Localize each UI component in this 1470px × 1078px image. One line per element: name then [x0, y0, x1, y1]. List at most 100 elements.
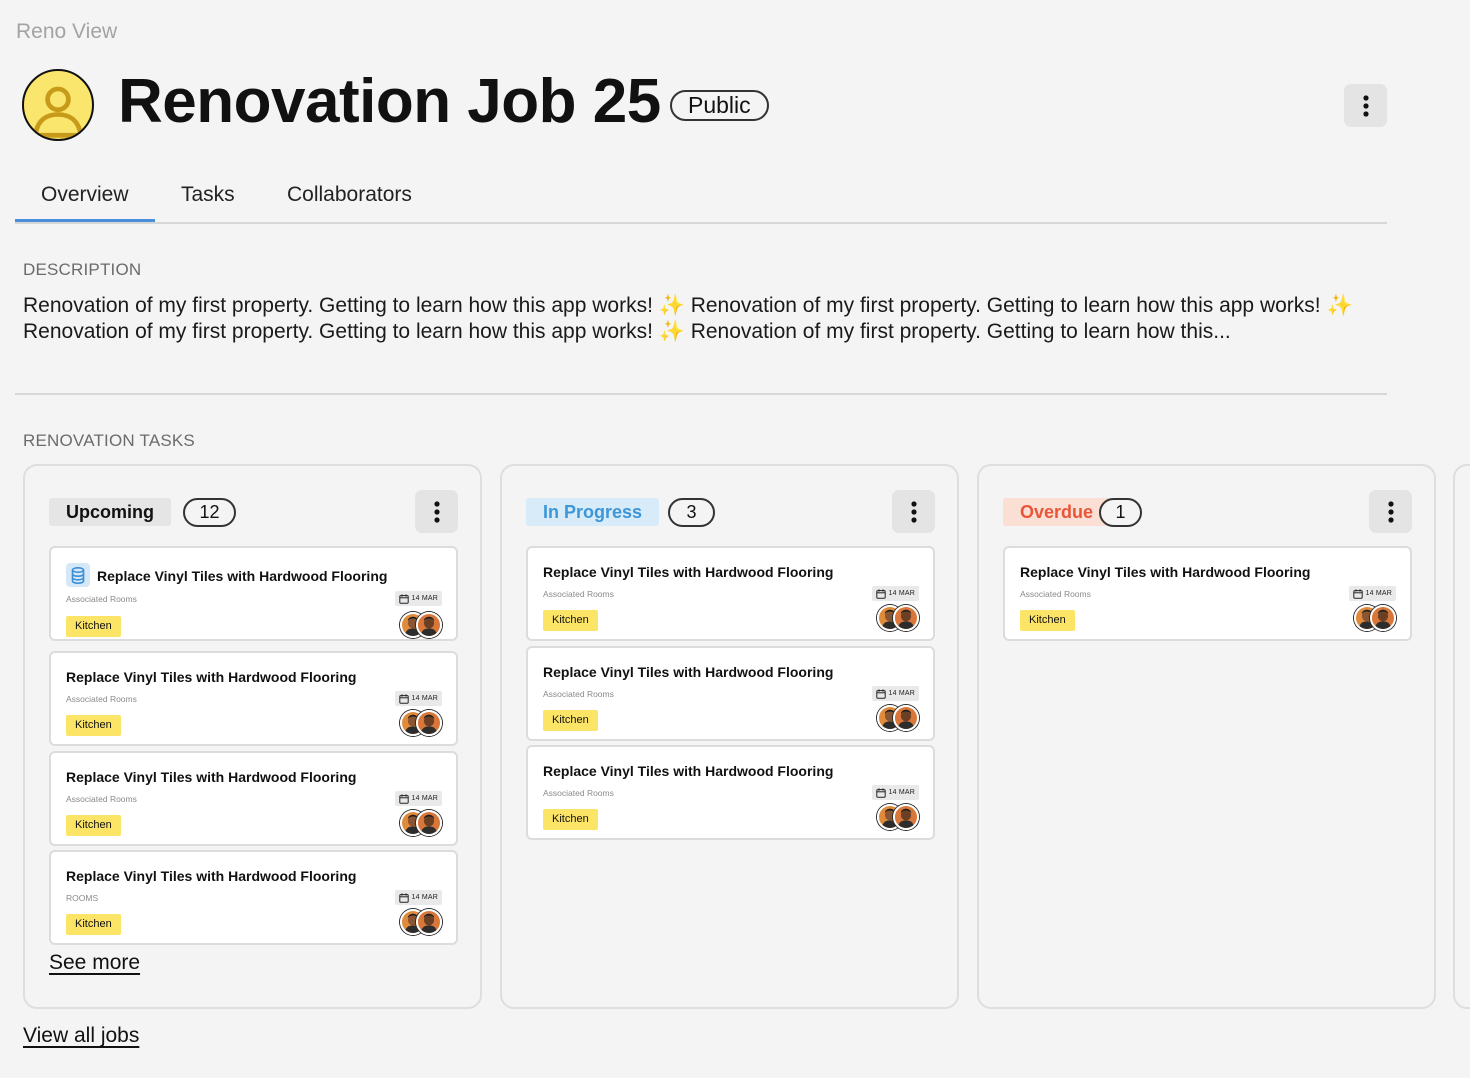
- person-photo: [418, 712, 440, 734]
- tab-collaborators[interactable]: Collaborators: [287, 183, 412, 207]
- person-photo: [418, 614, 440, 636]
- assignee-avatars[interactable]: [877, 605, 919, 631]
- task-subtitle: Associated Rooms: [543, 788, 614, 798]
- assignee-avatars[interactable]: [400, 909, 442, 935]
- person-photo: [895, 806, 917, 828]
- due-date-chip: 14 MAR: [1348, 586, 1396, 601]
- person-photo: [418, 911, 440, 933]
- due-date-chip: 14 MAR: [871, 586, 919, 601]
- assignee-avatar: [1370, 605, 1396, 631]
- task-subtitle: Associated Rooms: [543, 589, 614, 599]
- due-date-chip: 14 MAR: [394, 791, 442, 806]
- task-subtitle: ROOMS: [66, 893, 99, 903]
- assignee-avatars[interactable]: [400, 612, 442, 638]
- task-title: Replace Vinyl Tiles with Hardwood Floori…: [1020, 564, 1311, 580]
- due-date-text: 14 MAR: [411, 894, 438, 901]
- column-status-label: Upcoming: [49, 498, 171, 526]
- description-label: DESCRIPTION: [23, 260, 142, 279]
- due-date-chip: 14 MAR: [871, 785, 919, 800]
- due-date-text: 14 MAR: [888, 590, 915, 597]
- assignee-avatars[interactable]: [400, 810, 442, 836]
- person-photo: [895, 607, 917, 629]
- visibility-badge: Public: [670, 90, 769, 121]
- column-more-options-button[interactable]: [415, 490, 458, 533]
- task-card[interactable]: Replace Vinyl Tiles with Hardwood Floori…: [526, 745, 935, 840]
- tasks-section-label: RENOVATION TASKS: [23, 431, 195, 450]
- calendar-icon: [1352, 588, 1363, 599]
- breadcrumb[interactable]: Reno View: [16, 20, 117, 44]
- section-divider: [15, 393, 1387, 395]
- task-card[interactable]: Replace Vinyl Tiles with Hardwood Floori…: [526, 546, 935, 641]
- column-status-label: In Progress: [526, 498, 660, 526]
- column-task-count: 3: [668, 498, 715, 527]
- task-title: Replace Vinyl Tiles with Hardwood Floori…: [66, 868, 357, 884]
- more-vertical-icon: [1362, 94, 1369, 117]
- assignee-avatar: [416, 810, 442, 836]
- task-title: Replace Vinyl Tiles with Hardwood Floori…: [66, 769, 357, 785]
- job-avatar: [22, 69, 94, 141]
- task-column-in-progress: In Progress 3 Replace Vinyl Tiles with Har…: [500, 464, 959, 1009]
- due-date-chip: 14 MAR: [871, 686, 919, 701]
- room-tag[interactable]: Kitchen: [543, 710, 598, 731]
- description-text: Renovation of my first property. Getting…: [23, 294, 1353, 343]
- tab-bar: Overview Tasks Collaborators: [15, 172, 1387, 224]
- calendar-icon: [875, 787, 886, 798]
- due-date-text: 14 MAR: [411, 595, 438, 602]
- see-more-link[interactable]: See more: [49, 951, 140, 975]
- due-date-text: 14 MAR: [888, 690, 915, 697]
- assignee-avatar: [416, 909, 442, 935]
- assignee-avatars[interactable]: [1354, 605, 1396, 631]
- job-more-options-button[interactable]: [1344, 84, 1387, 127]
- more-vertical-icon: [910, 500, 917, 523]
- tab-tasks[interactable]: Tasks: [181, 183, 235, 207]
- assignee-avatar: [893, 605, 919, 631]
- due-date-text: 14 MAR: [411, 795, 438, 802]
- assignee-avatars[interactable]: [877, 705, 919, 731]
- task-title: Replace Vinyl Tiles with Hardwood Floori…: [66, 669, 357, 685]
- tab-overview[interactable]: Overview: [41, 183, 129, 207]
- assignee-avatar: [893, 804, 919, 830]
- task-card[interactable]: Replace Vinyl Tiles with Hardwood Floori…: [49, 850, 458, 945]
- user-icon: [32, 86, 84, 138]
- active-tab-indicator: [15, 219, 155, 222]
- assignee-avatars[interactable]: [877, 804, 919, 830]
- task-column-overdue: Overdue 1 Replace Vinyl Tiles with Hardwoo…: [977, 464, 1436, 1009]
- column-more-options-button[interactable]: [892, 490, 935, 533]
- task-title: Replace Vinyl Tiles with Hardwood Floori…: [543, 763, 834, 779]
- task-card[interactable]: Replace Vinyl Tiles with Hardwood Floori…: [1003, 546, 1412, 641]
- task-card[interactable]: Replace Vinyl Tiles with Hardwood Floori…: [49, 751, 458, 846]
- task-title: Replace Vinyl Tiles with Hardwood Floori…: [543, 564, 834, 580]
- assignee-avatar: [893, 705, 919, 731]
- due-date-text: 14 MAR: [411, 695, 438, 702]
- task-title: Replace Vinyl Tiles with Hardwood Floori…: [97, 568, 388, 584]
- column-task-count: 1: [1099, 498, 1142, 527]
- calendar-icon: [875, 688, 886, 699]
- room-tag[interactable]: Kitchen: [543, 809, 598, 830]
- room-tag[interactable]: Kitchen: [543, 610, 598, 631]
- due-date-chip: 14 MAR: [394, 591, 442, 606]
- calendar-icon: [398, 793, 409, 804]
- more-vertical-icon: [433, 500, 440, 523]
- calendar-icon: [398, 593, 409, 604]
- room-tag[interactable]: Kitchen: [66, 914, 121, 935]
- room-tag[interactable]: Kitchen: [1020, 610, 1075, 631]
- due-date-chip: 14 MAR: [394, 691, 442, 706]
- room-tag[interactable]: Kitchen: [66, 715, 121, 736]
- next-column-edge: [1453, 464, 1470, 1009]
- column-task-count: 12: [183, 498, 236, 527]
- assignee-avatars[interactable]: [400, 710, 442, 736]
- database-icon-badge: [66, 563, 90, 587]
- task-subtitle: Associated Rooms: [543, 689, 614, 699]
- database-icon: [71, 566, 85, 584]
- room-tag[interactable]: Kitchen: [66, 815, 121, 836]
- task-card[interactable]: Replace Vinyl Tiles with Hardwood Floori…: [49, 546, 458, 641]
- task-card[interactable]: Replace Vinyl Tiles with Hardwood Floori…: [526, 646, 935, 741]
- task-card[interactable]: Replace Vinyl Tiles with Hardwood Floori…: [49, 651, 458, 746]
- column-more-options-button[interactable]: [1369, 490, 1412, 533]
- page-title: Renovation Job 25: [118, 67, 661, 136]
- due-date-chip: 14 MAR: [394, 890, 442, 905]
- view-all-jobs-link[interactable]: View all jobs: [23, 1024, 139, 1048]
- task-subtitle: Associated Rooms: [66, 594, 137, 604]
- due-date-text: 14 MAR: [1365, 590, 1392, 597]
- room-tag[interactable]: Kitchen: [66, 616, 121, 637]
